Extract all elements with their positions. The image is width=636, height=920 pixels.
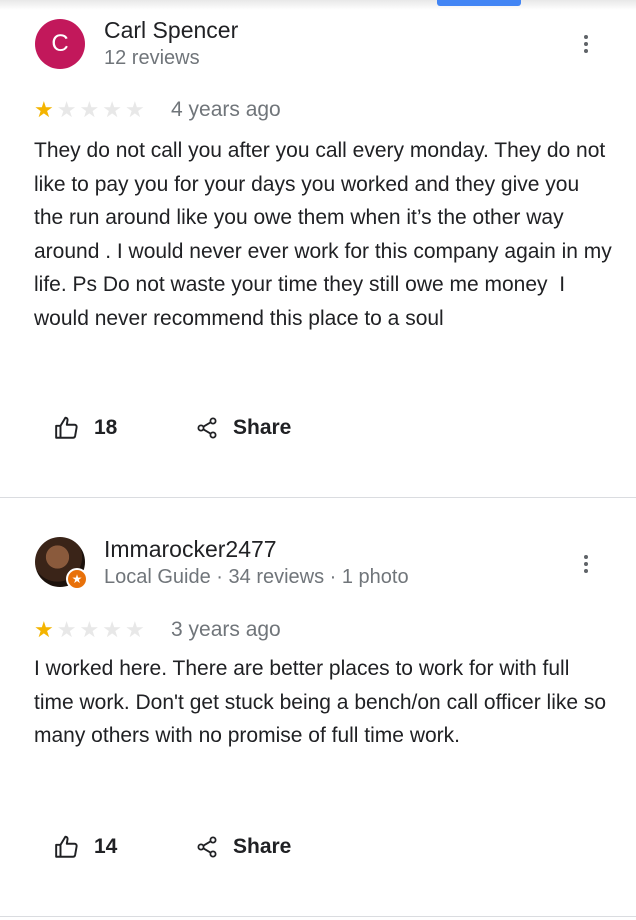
- share-icon: [197, 417, 217, 439]
- star-icon: ★: [124, 97, 145, 122]
- review-date: 4 years ago: [171, 98, 281, 121]
- star-icon: ★: [124, 617, 145, 642]
- review-text: They do not call you after you call ever…: [34, 139, 618, 330]
- review-date: 3 years ago: [171, 618, 281, 641]
- like-button[interactable]: 14: [54, 834, 117, 860]
- thumbs-up-icon: [55, 416, 78, 439]
- share-icon: [197, 836, 217, 858]
- avatar[interactable]: ★: [35, 537, 88, 590]
- divider: [0, 916, 636, 917]
- like-count: 14: [94, 835, 118, 858]
- divider: [0, 497, 636, 498]
- thumbs-up-icon: [55, 835, 78, 858]
- star-rating: ★ ★ ★ ★ ★: [34, 99, 145, 121]
- reviewer-meta: 12 reviews: [104, 47, 200, 69]
- star-icon: ★: [79, 617, 100, 642]
- more-options-icon[interactable]: [575, 549, 597, 579]
- active-tab-indicator: [437, 0, 521, 6]
- reviewer-name[interactable]: Immarocker2477: [104, 536, 277, 563]
- star-icon: ★: [102, 97, 122, 122]
- more-options-icon[interactable]: [575, 29, 597, 59]
- star-icon: ★: [34, 617, 54, 642]
- local-guide-star-icon: ★: [66, 568, 88, 590]
- reviewer-name[interactable]: Carl Spencer: [104, 17, 238, 44]
- star-icon: ★: [34, 97, 54, 122]
- star-rating: ★ ★ ★ ★ ★: [34, 619, 145, 641]
- share-button[interactable]: Share: [195, 834, 291, 860]
- star-icon: ★: [56, 97, 77, 122]
- review-text: I worked here. There are better places t…: [34, 657, 612, 748]
- star-icon: ★: [56, 617, 77, 642]
- star-icon: ★: [102, 617, 122, 642]
- share-button[interactable]: Share: [195, 415, 291, 441]
- reviewer-meta: Local Guide · 34 reviews · 1 photo: [104, 566, 409, 588]
- top-edge: [0, 0, 636, 10]
- share-label: Share: [233, 416, 292, 439]
- like-button[interactable]: 18: [54, 415, 117, 441]
- share-label: Share: [233, 835, 292, 858]
- like-count: 18: [94, 416, 118, 439]
- star-icon: ★: [79, 97, 100, 122]
- avatar[interactable]: C: [35, 19, 85, 69]
